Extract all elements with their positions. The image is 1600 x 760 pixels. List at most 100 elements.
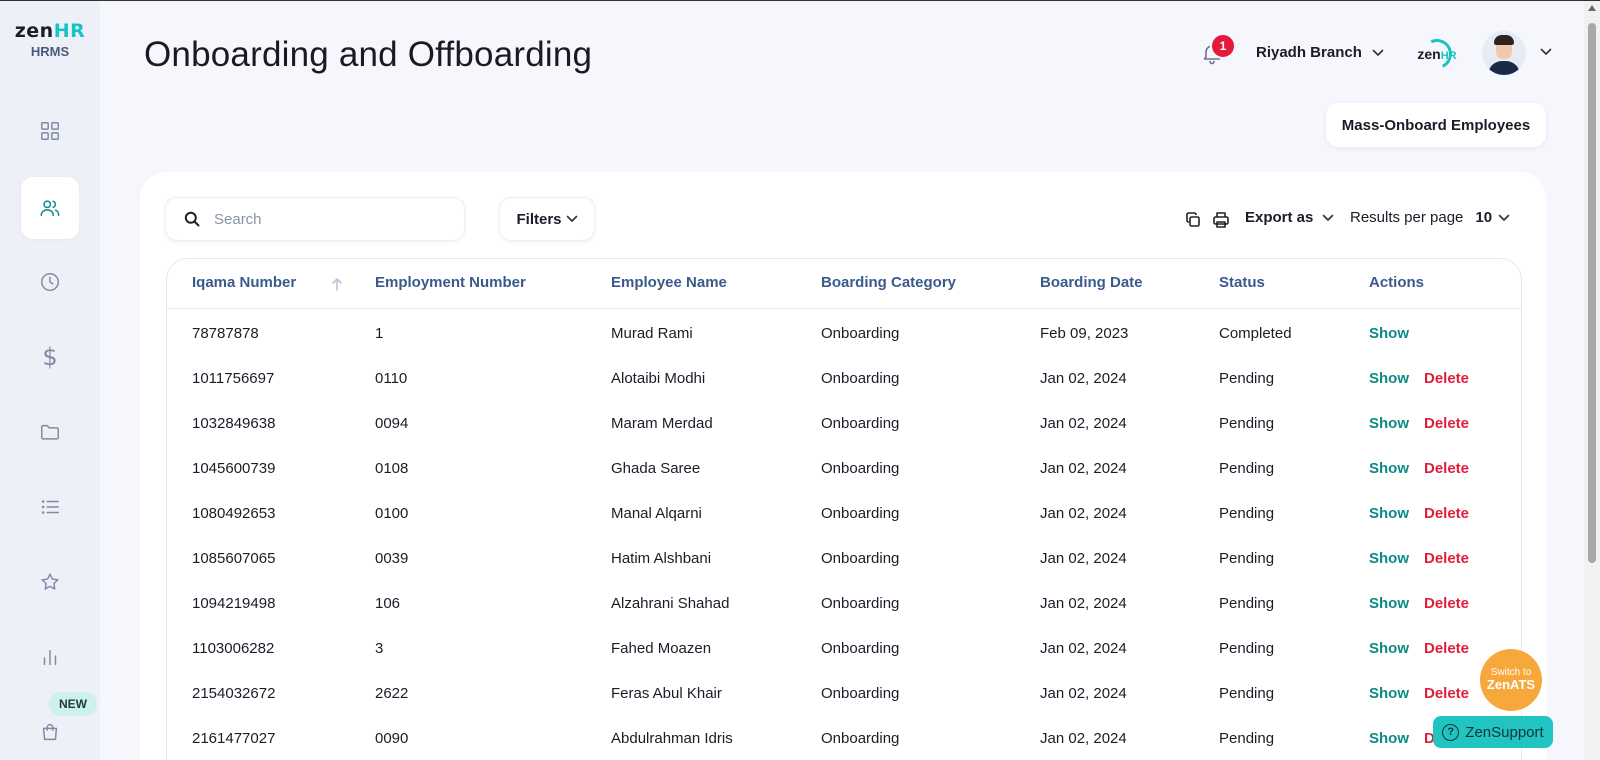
date-cell: Jan 02, 2024 xyxy=(1040,685,1127,702)
star-icon xyxy=(41,573,59,590)
filters-label: Filters xyxy=(516,210,562,228)
status-cell: Pending xyxy=(1219,460,1275,477)
date-cell: Jan 02, 2024 xyxy=(1040,460,1127,477)
switch-to-zenats-button[interactable]: Switch to ZenATS xyxy=(1480,649,1542,711)
table-row: 1080492653 0100 Manal Alqarni Onboarding Jan… xyxy=(167,489,1521,535)
filters-button[interactable]: Filters xyxy=(499,197,595,241)
search-box[interactable] xyxy=(165,197,465,241)
nav-dashboard[interactable] xyxy=(21,100,79,162)
delete-link[interactable]: Delete xyxy=(1424,505,1469,522)
table-row: 2161477027 0090 Abdulrahman Idris Onboardin… xyxy=(167,714,1521,760)
show-link[interactable]: Show xyxy=(1369,505,1409,522)
category-cell: Onboarding xyxy=(821,730,900,747)
page-title: Onboarding and Offboarding xyxy=(144,35,593,74)
print-button[interactable] xyxy=(1212,211,1230,229)
date-cell: Jan 02, 2024 xyxy=(1040,730,1127,747)
nav-performance[interactable] xyxy=(21,551,79,613)
delete-link[interactable]: Delete xyxy=(1424,415,1469,432)
column-header-iqama[interactable]: Iqama Number xyxy=(192,274,296,291)
onboarding-table: Iqama Number Employment Number Employee … xyxy=(166,258,1522,760)
column-header-category[interactable]: Boarding Category xyxy=(821,274,956,291)
nav-employees[interactable] xyxy=(21,177,79,239)
logo-wordmark: zenHR xyxy=(0,21,100,41)
bar-chart-icon xyxy=(43,649,57,666)
employment-cell: 3 xyxy=(375,640,384,657)
search-input[interactable] xyxy=(214,210,444,228)
date-cell: Jan 02, 2024 xyxy=(1040,550,1127,567)
users-icon xyxy=(40,200,60,217)
delete-link[interactable]: Delete xyxy=(1424,370,1469,387)
results-per-page[interactable]: Results per page 10 xyxy=(1350,209,1510,226)
scroll-thumb[interactable] xyxy=(1588,23,1596,563)
table-row: 1011756697 0110 Alotaibi Modhi Onboarding Ja… xyxy=(167,354,1521,400)
branch-selector[interactable]: Riyadh Branch xyxy=(1256,44,1384,61)
delete-link[interactable]: Delete xyxy=(1424,460,1469,477)
employee-name-cell: Fahed Moazen xyxy=(611,640,712,657)
sort-arrow-up-icon[interactable] xyxy=(331,277,343,296)
status-cell: Pending xyxy=(1219,595,1275,612)
delete-link[interactable]: Delete xyxy=(1424,595,1469,612)
column-header-status[interactable]: Status xyxy=(1219,274,1265,291)
column-header-employment[interactable]: Employment Number xyxy=(375,274,526,291)
logo-subtitle: HRMS xyxy=(30,44,70,59)
show-link[interactable]: Show xyxy=(1369,730,1409,747)
column-header-date[interactable]: Boarding Date xyxy=(1040,274,1143,291)
logo-zen: zen xyxy=(14,20,54,42)
printer-icon xyxy=(1213,212,1229,228)
iqama-cell: 2161477027 xyxy=(192,730,276,747)
table-header: Iqama Number Employment Number Employee … xyxy=(167,259,1521,309)
page-scrollbar[interactable] xyxy=(1584,1,1600,760)
company-logo-hr: HR xyxy=(1440,50,1457,62)
show-link[interactable]: Show xyxy=(1369,415,1409,432)
date-cell: Feb 09, 2023 xyxy=(1040,325,1129,342)
zenhr-logo[interactable]: zenHR HRMS xyxy=(0,21,100,59)
status-cell: Pending xyxy=(1219,730,1275,747)
employee-name-cell: Manal Alqarni xyxy=(611,505,702,522)
copy-button[interactable] xyxy=(1184,211,1202,229)
table-row: 1032849638 0094 Maram Merdad Onboarding Jan … xyxy=(167,399,1521,445)
results-per-page-label: Results per page xyxy=(1350,209,1464,226)
nav-documents[interactable] xyxy=(21,401,79,463)
show-link[interactable]: Show xyxy=(1369,640,1409,657)
nav-list[interactable] xyxy=(21,476,79,538)
nav-marketplace[interactable] xyxy=(21,701,79,760)
show-link[interactable]: Show xyxy=(1369,595,1409,612)
iqama-cell: 1045600739 xyxy=(192,460,276,477)
employment-cell: 0094 xyxy=(375,415,409,432)
show-link[interactable]: Show xyxy=(1369,550,1409,567)
nav-reports[interactable] xyxy=(21,626,79,688)
delete-link[interactable]: Delete xyxy=(1424,640,1469,657)
delete-link[interactable]: Delete xyxy=(1424,685,1469,702)
table-row: 2154032672 2622 Feras Abul Khair Onboarding… xyxy=(167,669,1521,715)
category-cell: Onboarding xyxy=(821,685,900,702)
category-cell: Onboarding xyxy=(821,460,900,477)
list-icon xyxy=(41,500,59,514)
show-link[interactable]: Show xyxy=(1369,370,1409,387)
show-link[interactable]: Show xyxy=(1369,460,1409,477)
nav-attendance[interactable] xyxy=(21,251,79,313)
status-cell: Pending xyxy=(1219,550,1275,567)
iqama-cell: 2154032672 xyxy=(192,685,276,702)
show-link[interactable]: Show xyxy=(1369,685,1409,702)
folder-icon xyxy=(41,424,59,440)
zensupport-button[interactable]: ? ZenSupport xyxy=(1433,716,1553,748)
delete-link[interactable]: Delete xyxy=(1424,550,1469,567)
scroll-up-arrow-icon[interactable] xyxy=(1588,5,1596,11)
profile-chevron-down-icon[interactable] xyxy=(1540,48,1552,56)
status-cell: Completed xyxy=(1219,325,1292,342)
date-cell: Jan 02, 2024 xyxy=(1040,505,1127,522)
dashboard-icon xyxy=(41,122,59,140)
ats-label: ZenATS xyxy=(1486,677,1536,693)
export-dropdown[interactable]: Export as xyxy=(1245,209,1334,226)
status-cell: Pending xyxy=(1219,640,1275,657)
employee-name-cell: Murad Rami xyxy=(611,325,693,342)
category-cell: Onboarding xyxy=(821,415,900,432)
mass-onboard-button[interactable]: Mass-Onboard Employees xyxy=(1326,103,1546,147)
show-link[interactable]: Show xyxy=(1369,325,1409,342)
company-logo-text: zenHR xyxy=(1417,46,1456,62)
employment-cell: 2622 xyxy=(375,685,409,702)
category-cell: Onboarding xyxy=(821,505,900,522)
nav-payroll[interactable]: $ xyxy=(21,326,79,388)
avatar[interactable] xyxy=(1482,31,1526,75)
column-header-name[interactable]: Employee Name xyxy=(611,274,727,291)
